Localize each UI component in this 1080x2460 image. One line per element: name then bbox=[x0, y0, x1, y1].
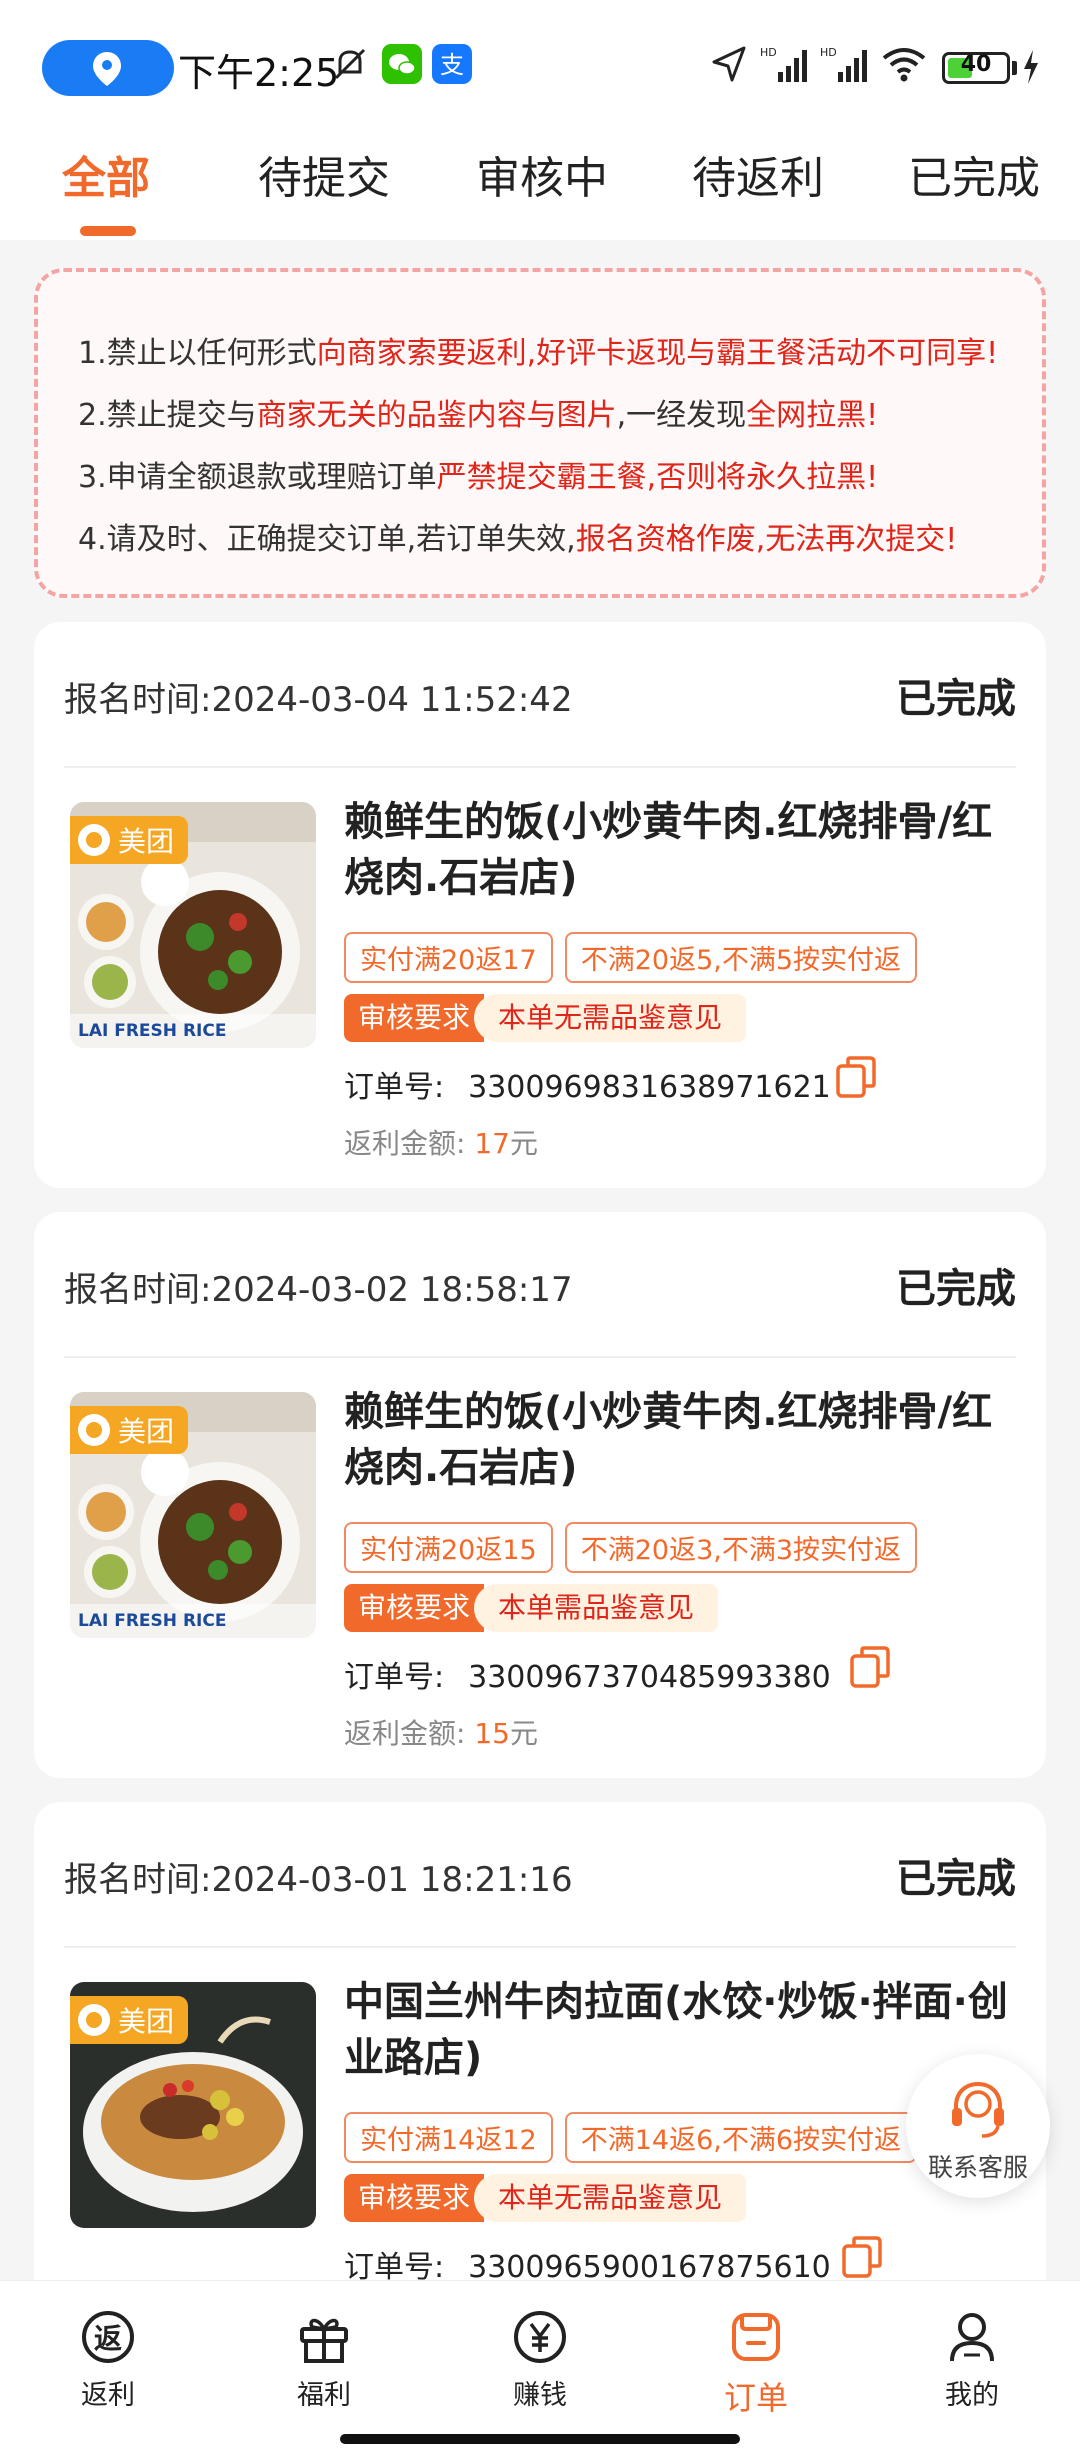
meituan-logo-icon bbox=[78, 824, 110, 856]
order-card[interactable]: 报名时间:2024-03-01 18:21:16 已完成 美团 中国兰州牛肉拉面… bbox=[34, 1802, 1046, 2322]
contact-service-label: 联系客服 bbox=[927, 2153, 1028, 2182]
copy-icon[interactable] bbox=[848, 1644, 892, 1690]
copy-icon[interactable] bbox=[834, 1054, 878, 1100]
rebate-tag: 实付满20返17 bbox=[344, 932, 553, 983]
order-number: 订单号: 3300969831638971621 bbox=[344, 1070, 831, 1105]
order-status: 已完成 bbox=[896, 1266, 1016, 1312]
tab-indicator bbox=[80, 226, 136, 236]
rebate-rules: 实付满20返15 不满20返3,不满3按实付返 bbox=[344, 1522, 918, 1573]
meituan-badge: 美团 bbox=[70, 1406, 189, 1454]
nav-welfare[interactable]: 福利 bbox=[254, 2307, 394, 2412]
meituan-badge: 美团 bbox=[70, 1996, 189, 2044]
rebate-tag: 实付满14返12 bbox=[344, 2112, 553, 2163]
mute-bell-icon bbox=[334, 48, 366, 80]
tab-all[interactable]: 全部 bbox=[62, 142, 150, 206]
headset-icon bbox=[952, 2081, 1004, 2138]
rebate-tag: 不满20返5,不满5按实付返 bbox=[564, 932, 918, 983]
store-thumbnail[interactable]: LAI FRESH RICE 美团 bbox=[70, 1392, 316, 1638]
notice-line: 1.禁止以任何形式向商家索要返利,好评卡返现与霸王餐活动不可同享! bbox=[78, 336, 999, 371]
rebate-tag: 不满14返6,不满6按实付返 bbox=[564, 2112, 918, 2163]
order-icon bbox=[732, 2313, 780, 2361]
order-card[interactable]: 报名时间:2024-03-04 11:52:42 已完成 LAI FRESH R… bbox=[34, 622, 1046, 1188]
rebate-rules: 实付满20返17 不满20返5,不满5按实付返 bbox=[344, 932, 918, 983]
wechat-icon bbox=[382, 44, 422, 84]
home-indicator[interactable] bbox=[340, 2434, 740, 2444]
nav-earn[interactable]: 赚钱 bbox=[470, 2307, 610, 2412]
contact-service-button[interactable]: 联系客服 bbox=[906, 2054, 1050, 2198]
meituan-logo-icon bbox=[78, 1414, 110, 1446]
tab-pending-submit[interactable]: 待提交 bbox=[258, 142, 390, 206]
rules-notice: 1.禁止以任何形式向商家索要返利,好评卡返现与霸王餐活动不可同享! 2.禁止提交… bbox=[34, 268, 1046, 598]
store-name[interactable]: 赖鲜生的饭(小炒黄牛肉.红烧排骨/红烧肉.石岩店) bbox=[344, 1384, 1024, 1496]
meituan-logo-icon bbox=[78, 2004, 110, 2036]
store-thumbnail[interactable]: 美团 bbox=[70, 1982, 316, 2228]
rebate-amount: 返利金额: 15元 bbox=[344, 1717, 538, 1750]
location-icon bbox=[93, 52, 121, 86]
gift-icon bbox=[300, 2318, 348, 2363]
alipay-icon: 支 bbox=[432, 44, 472, 84]
svg-text:LAI FRESH RICE: LAI FRESH RICE bbox=[78, 1021, 226, 1041]
svg-text:支: 支 bbox=[440, 51, 464, 79]
nav-rebate[interactable]: 返 返利 bbox=[38, 2307, 178, 2412]
order-tabs: 全部 待提交 审核中 待返利 已完成 bbox=[0, 130, 1080, 240]
nav-mine[interactable]: 我的 bbox=[902, 2307, 1042, 2412]
review-requirement: 审核要求 本单无需品鉴意见 bbox=[344, 994, 747, 1042]
notice-line: 3.申请全额退款或理赔订单严禁提交霸王餐,否则将永久拉黑! bbox=[78, 460, 879, 495]
status-time: 下午2:25 bbox=[178, 51, 340, 95]
svg-text:HD: HD bbox=[820, 46, 837, 59]
svg-text:LAI FRESH RICE: LAI FRESH RICE bbox=[78, 1611, 226, 1631]
review-requirement: 审核要求 本单需品鉴意见 bbox=[344, 1584, 719, 1632]
copy-icon[interactable] bbox=[840, 2234, 884, 2280]
navigation-icon bbox=[712, 46, 746, 82]
bottom-nav: 返 返利 福利 赚钱 订单 我的 bbox=[0, 2280, 1080, 2460]
notice-line: 2.禁止提交与商家无关的品鉴内容与图片,一经发现全网拉黑! bbox=[78, 398, 879, 433]
store-name[interactable]: 赖鲜生的饭(小炒黄牛肉.红烧排骨/红烧肉.石岩店) bbox=[344, 794, 1024, 906]
order-status: 已完成 bbox=[896, 676, 1016, 722]
notice-line: 4.请及时、正确提交订单,若订单失效,报名资格作废,无法再次提交! bbox=[78, 522, 958, 557]
signal-icon-2: HD bbox=[820, 46, 867, 82]
yuan-icon bbox=[514, 2311, 566, 2363]
charging-icon bbox=[1024, 50, 1038, 84]
divider bbox=[64, 1946, 1016, 1948]
registration-time: 报名时间:2024-03-01 18:21:16 bbox=[64, 1860, 573, 1900]
tab-reviewing[interactable]: 审核中 bbox=[476, 142, 608, 206]
divider bbox=[64, 766, 1016, 768]
rebate-icon: 返 bbox=[82, 2311, 134, 2363]
divider bbox=[64, 1356, 1016, 1358]
user-icon bbox=[950, 2313, 994, 2362]
order-card[interactable]: 报名时间:2024-03-02 18:58:17 已完成 LAI FRESH R… bbox=[34, 1212, 1046, 1778]
battery-tip bbox=[1012, 61, 1017, 75]
rebate-tag: 实付满20返15 bbox=[344, 1522, 553, 1573]
location-pill[interactable] bbox=[42, 40, 174, 96]
tab-completed[interactable]: 已完成 bbox=[908, 142, 1040, 206]
store-thumbnail[interactable]: LAI FRESH RICE 美团 bbox=[70, 802, 316, 1048]
signal-icon: HD bbox=[760, 46, 807, 82]
battery-indicator: 40 bbox=[942, 52, 1010, 84]
svg-text:HD: HD bbox=[760, 46, 777, 59]
wifi-icon bbox=[882, 48, 926, 82]
tab-pending-rebate[interactable]: 待返利 bbox=[692, 142, 824, 206]
rebate-amount: 返利金额: 17元 bbox=[344, 1127, 538, 1160]
nav-orders[interactable]: 订单 bbox=[686, 2307, 826, 2419]
order-number: 订单号: 3300967370485993380 bbox=[344, 1660, 831, 1695]
review-requirement: 审核要求 本单无需品鉴意见 bbox=[344, 2174, 747, 2222]
svg-text:返: 返 bbox=[94, 2322, 122, 2355]
store-name[interactable]: 中国兰州牛肉拉面(水饺·炒饭·拌面·创业路店) bbox=[344, 1974, 1024, 2086]
registration-time: 报名时间:2024-03-02 18:58:17 bbox=[64, 1270, 573, 1310]
meituan-badge: 美团 bbox=[70, 816, 189, 864]
rebate-tag: 不满20返3,不满3按实付返 bbox=[564, 1522, 918, 1573]
rebate-rules: 实付满14返12 不满14返6,不满6按实付返 bbox=[344, 2112, 918, 2163]
order-status: 已完成 bbox=[896, 1856, 1016, 1902]
registration-time: 报名时间:2024-03-04 11:52:42 bbox=[64, 680, 573, 720]
status-bar: 下午2:25 支 HD HD 40 bbox=[0, 0, 1080, 130]
